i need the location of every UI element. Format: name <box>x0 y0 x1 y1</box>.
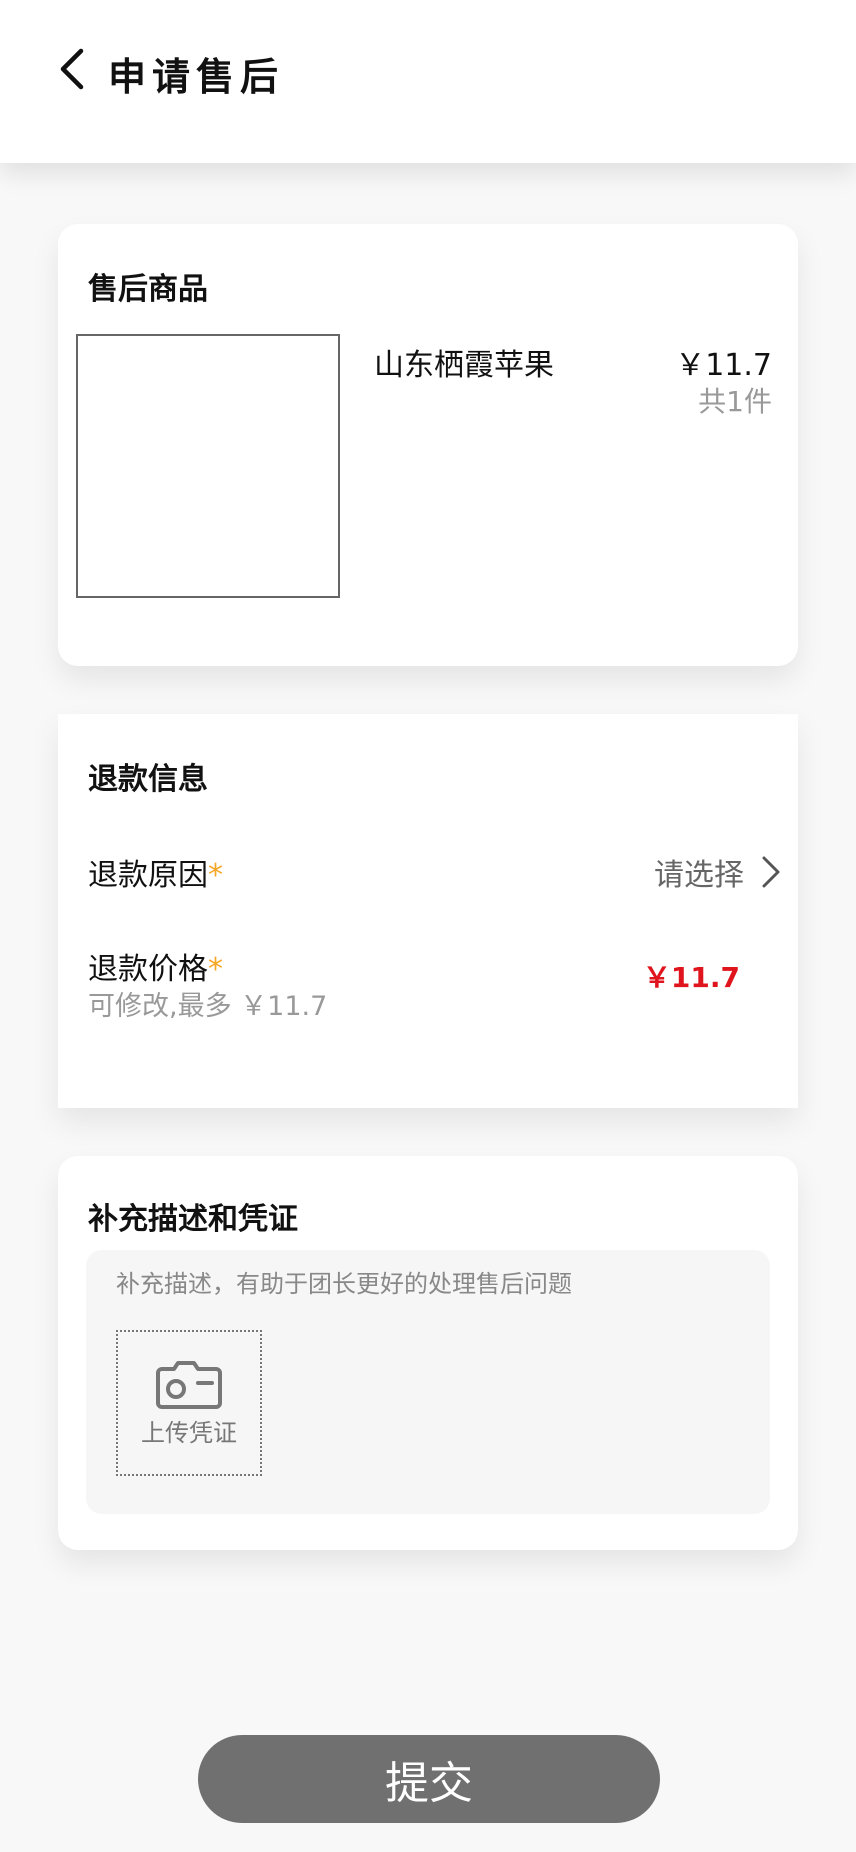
chevron-left-icon <box>60 48 84 90</box>
description-box: 上传凭证 <box>86 1250 770 1514</box>
top-bar: 申请售后 <box>0 0 856 163</box>
chevron-right-icon[interactable] <box>756 852 786 892</box>
description-input[interactable] <box>116 1270 736 1298</box>
goods-card: 售后商品 山东栖霞苹果 ￥11.7 共1件 <box>58 224 798 666</box>
refund-reason-select[interactable]: 请选择 <box>654 850 744 894</box>
goods-section-title: 售后商品 <box>88 272 208 307</box>
goods-price: ￥11.7 <box>675 348 772 383</box>
upload-proof-label: 上传凭证 <box>141 1418 237 1447</box>
refund-price-label: 退款价格 <box>88 952 208 987</box>
submit-button[interactable]: 提交 <box>198 1735 660 1823</box>
refund-price-row: 退款价格* <box>88 944 223 988</box>
refund-reason-label: 退款原因 <box>88 858 208 893</box>
description-section-title: 补充描述和凭证 <box>88 1202 298 1237</box>
refund-section-title: 退款信息 <box>88 762 208 797</box>
refund-reason-row[interactable]: 退款原因* <box>88 850 223 894</box>
refund-price-input[interactable]: ￥11.7 <box>643 956 740 996</box>
back-button[interactable] <box>50 44 94 94</box>
goods-count: 共1件 <box>698 385 772 418</box>
required-mark: * <box>208 952 223 987</box>
refund-price-hint: 可修改,最多 ￥11.7 <box>88 991 328 1022</box>
goods-thumbnail <box>76 334 340 598</box>
refund-info-card: 退款信息 退款原因* 请选择 退款价格* 可修改,最多 ￥11.7 ￥11.7 <box>58 714 798 1108</box>
goods-name: 山东栖霞苹果 <box>374 348 554 383</box>
description-card: 补充描述和凭证 上传凭证 <box>58 1156 798 1550</box>
camera-icon <box>156 1360 222 1409</box>
required-mark: * <box>208 858 223 893</box>
upload-proof-button[interactable]: 上传凭证 <box>116 1330 262 1476</box>
page-title: 申请售后 <box>108 55 285 99</box>
